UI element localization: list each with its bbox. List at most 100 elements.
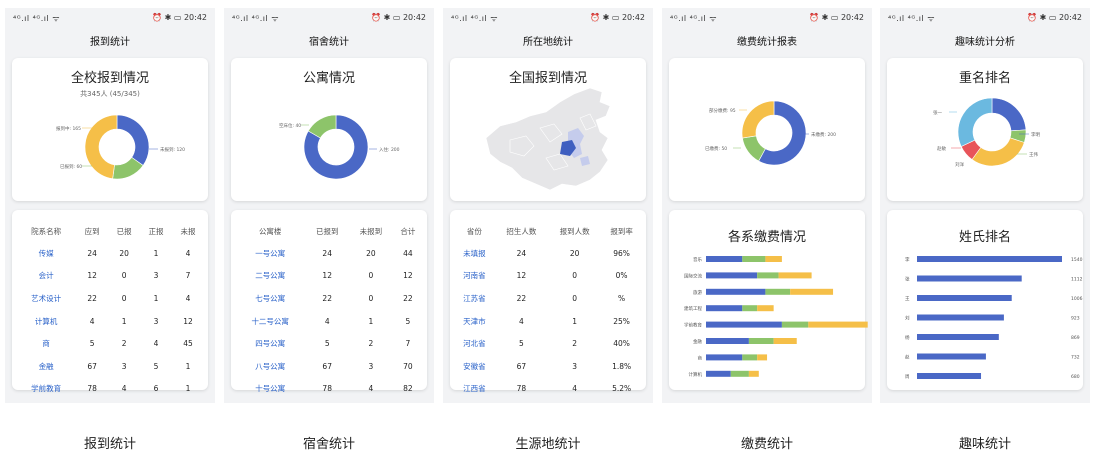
- payment-donut-chart[interactable]: 未缴费: 200 已缴费: 50 部分缴费: 95: [669, 58, 865, 201]
- table-row[interactable]: 七号公寓 22 0 22: [235, 287, 423, 310]
- table-cell: 3: [572, 361, 577, 371]
- bar-segment[interactable]: [773, 338, 797, 344]
- row-link[interactable]: 天津市: [454, 310, 495, 333]
- category-label: 杨: [905, 334, 910, 341]
- table-row[interactable]: 江西省 78 4 5.2%: [454, 378, 642, 401]
- bar-segment[interactable]: [706, 354, 743, 361]
- row-link[interactable]: 四号公寓: [235, 332, 305, 355]
- phone-screen-payment: ⁴ᴳ.ıl ⁴ᴳ.ıl ᯤ ⏰ ✱ ▭ 20:42 缴费统计报表 未缴费: 20…: [662, 8, 872, 403]
- status-icons: ⏰ ✱ ▭: [1027, 13, 1057, 22]
- row-link[interactable]: 艺术设计: [16, 287, 76, 310]
- bar-segment[interactable]: [748, 338, 774, 344]
- bar[interactable]: [917, 295, 1012, 301]
- bar-segment[interactable]: [706, 370, 731, 377]
- table-row[interactable]: 商 5 2 4 45: [16, 332, 204, 355]
- bar-segment[interactable]: [778, 272, 812, 279]
- bar-segment[interactable]: [757, 305, 774, 312]
- table-row[interactable]: 学前教育 78 4 6 1: [16, 378, 204, 401]
- table-row[interactable]: 会计 12 0 3 7: [16, 265, 204, 288]
- status-icons: ⏰ ✱ ▭: [371, 13, 401, 22]
- bar[interactable]: [917, 314, 1004, 321]
- row-link[interactable]: 八号公寓: [235, 355, 305, 378]
- table-cell: 22: [87, 293, 97, 303]
- donut-slice[interactable]: [971, 137, 1025, 167]
- bar-segment[interactable]: [706, 321, 782, 328]
- row-link[interactable]: 二号公寓: [235, 265, 305, 288]
- value-label: 732: [1071, 355, 1080, 361]
- bar-segment[interactable]: [706, 305, 743, 312]
- table-row[interactable]: 安徽省 67 3 1.8%: [454, 355, 642, 378]
- bar[interactable]: [917, 373, 982, 379]
- registration-donut-chart[interactable]: 未报到: 120 已报到: 60 报到中: 165: [12, 58, 208, 201]
- bar[interactable]: [917, 256, 1062, 262]
- table-row[interactable]: 十号公寓 78 4 82: [235, 378, 423, 401]
- bar[interactable]: [917, 275, 1022, 282]
- bar-segment[interactable]: [765, 256, 782, 262]
- bar-segment[interactable]: [706, 272, 758, 279]
- apartment-table: 公寓楼 已报到 未报到 合计 一号公寓 24 20 44 二号公寓 12 0 12 七号公寓 22…: [235, 220, 423, 400]
- row-link[interactable]: 十二号公寓: [235, 310, 305, 333]
- bar-segment[interactable]: [730, 370, 749, 377]
- row-link[interactable]: 学前教育: [16, 378, 76, 401]
- row-link[interactable]: 河南省: [454, 265, 495, 288]
- bar-segment[interactable]: [757, 354, 768, 361]
- table-row[interactable]: 计算机 4 1 3 12: [16, 310, 204, 333]
- table-row[interactable]: 传媒 24 20 1 4: [16, 242, 204, 265]
- row-link[interactable]: 江西省: [454, 378, 495, 401]
- row-link[interactable]: 计算机: [16, 310, 76, 333]
- table-row[interactable]: 江苏省 22 0%: [454, 287, 642, 310]
- surname-bar-chart[interactable]: 李 1540 张 1112 王 1006 刘 923 杨 869 赵 732 周 680: [887, 210, 1083, 390]
- donut-slice[interactable]: [957, 97, 993, 147]
- bar-segment[interactable]: [808, 321, 868, 328]
- table-row[interactable]: 河南省 12 0 0%: [454, 265, 642, 288]
- bar[interactable]: [917, 353, 986, 360]
- table-row[interactable]: 一号公寓 24 20 44: [235, 242, 423, 265]
- table-row[interactable]: 天津市 4 1 25%: [454, 310, 642, 333]
- table-cell: 5: [405, 316, 411, 326]
- row-link[interactable]: 传媒: [16, 242, 76, 265]
- table-row[interactable]: 河北省 5 2 40%: [454, 332, 642, 355]
- duplicate-names-donut-chart[interactable]: 张一 李明 王伟 赵敏 刘洋: [887, 58, 1083, 201]
- table-cell: 70: [403, 361, 413, 371]
- row-link[interactable]: 金融: [16, 355, 76, 378]
- donut-slice[interactable]: [84, 114, 118, 180]
- table-row[interactable]: 十二号公寓 4 1 5: [235, 310, 423, 333]
- donut-slice[interactable]: [991, 97, 1027, 132]
- province-table: 省份 招生人数 报到人数 报到率 未填报 24 20 96% 河南省 12 0 0% 江苏省 22…: [454, 220, 642, 400]
- table-row[interactable]: 四号公寓 5 2 7: [235, 332, 423, 355]
- apartment-donut-chart[interactable]: 空床位: 40 入住: 200: [231, 58, 427, 201]
- bar-segment[interactable]: [790, 288, 834, 295]
- bar-segment[interactable]: [765, 288, 791, 295]
- phone-screen-origin: ⁴ᴳ.ıl ⁴ᴳ.ıl ᯤ ⏰ ✱ ▭ 20:42 所在地统计 全国报到情况 省…: [443, 8, 653, 403]
- bar[interactable]: [917, 334, 999, 340]
- row-link[interactable]: 十号公寓: [235, 378, 305, 401]
- row-link[interactable]: 江苏省: [454, 287, 495, 310]
- donut-slice[interactable]: [116, 114, 150, 166]
- china-map[interactable]: [450, 58, 646, 201]
- bar-segment[interactable]: [706, 338, 749, 344]
- bar-segment[interactable]: [748, 370, 759, 377]
- table-row[interactable]: 二号公寓 12 0 12: [235, 265, 423, 288]
- department-payment-bar-chart[interactable]: 音乐国际交流旅游建筑工程学前教育金融商计算机: [669, 210, 868, 390]
- table-row[interactable]: 艺术设计 22 0 1 4: [16, 287, 204, 310]
- department-table-card: 院系名称 应到 已报 正报 未报 传媒 24 20 1 4 会计 12 0 3 7 艺术设计 22 0 1…: [12, 210, 208, 393]
- row-link[interactable]: 商: [16, 332, 76, 355]
- row-link[interactable]: 安徽省: [454, 355, 495, 378]
- table-row[interactable]: 八号公寓 67 3 70: [235, 355, 423, 378]
- bar-segment[interactable]: [706, 256, 743, 262]
- donut-slice[interactable]: [741, 100, 775, 139]
- bar-segment[interactable]: [706, 288, 766, 295]
- row-link[interactable]: 河北省: [454, 332, 495, 355]
- row-link[interactable]: 一号公寓: [235, 242, 305, 265]
- bar-segment[interactable]: [781, 321, 809, 328]
- bar-segment[interactable]: [742, 354, 758, 361]
- signal-icon: ⁴ᴳ.ıl ⁴ᴳ.ıl ᯤ: [451, 14, 499, 23]
- row-link[interactable]: 未填报: [454, 242, 495, 265]
- row-link[interactable]: 会计: [16, 265, 76, 288]
- row-link[interactable]: 七号公寓: [235, 287, 305, 310]
- bar-segment[interactable]: [742, 305, 758, 312]
- table-row[interactable]: 金融 67 3 5 1: [16, 355, 204, 378]
- table-row[interactable]: 未填报 24 20 96%: [454, 242, 642, 265]
- bar-segment[interactable]: [757, 272, 779, 279]
- bar-segment[interactable]: [742, 256, 766, 262]
